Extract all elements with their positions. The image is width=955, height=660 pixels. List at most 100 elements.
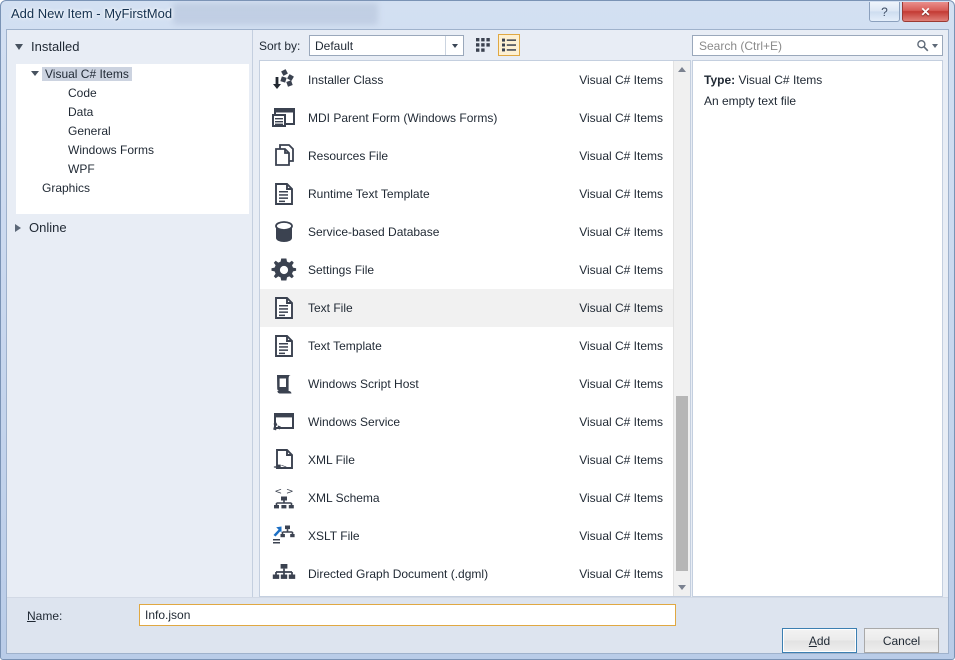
window-title: Add New Item - MyFirstMod [11,6,173,21]
chevron-right-icon [15,223,21,232]
installed-group-header[interactable]: Installed [15,39,79,54]
list-item[interactable]: < > XML File Visual C# Items [260,441,673,479]
scrollbar-thumb[interactable] [676,396,688,571]
list-item[interactable]: Resources File Visual C# Items [260,137,673,175]
list-item[interactable]: Runtime Text Template Visual C# Items [260,175,673,213]
details-description: An empty text file [704,94,797,108]
database-icon [260,219,308,245]
search-input[interactable]: Search (Ctrl+E) [692,35,943,56]
list-item[interactable]: < > XML Schema Visual C# Items [260,479,673,517]
dialog-footer: Name: Info.json Add Cancel [7,597,948,653]
list-item-label: Settings File [308,263,375,277]
search-icon[interactable] [912,36,942,55]
list-item-meta: Visual C# Items [579,111,663,125]
title-ghost-artifact [173,3,378,25]
tree-item-graphics[interactable]: Graphics [16,178,249,197]
scroll-down-button[interactable] [674,579,690,596]
list-item-label: Windows Service [308,415,401,429]
name-input[interactable]: Info.json [139,604,676,626]
list-item-label: Windows Script Host [308,377,419,391]
list-item[interactable]: MDI Parent Form (Windows Forms) Visual C… [260,99,673,137]
name-label-accesskey: N [27,609,36,623]
expander-down-icon[interactable] [28,71,42,76]
tree-item-data[interactable]: Data [16,102,249,121]
tree-item-windows-forms[interactable]: Windows Forms [16,140,249,159]
list-item[interactable]: Windows Script Host Visual C# Items [260,365,673,403]
list-item-text-file[interactable]: Text File Visual C# Items [260,289,673,327]
sort-by-dropdown[interactable]: Default [309,35,464,56]
templates-pane: Sort by: Default Installer Class Visual … [254,30,691,653]
scroll-up-button[interactable] [674,61,690,78]
details-type-label: Type: [704,73,736,87]
cancel-button[interactable]: Cancel [864,628,939,653]
xml-schema-icon: < > [260,485,308,511]
svg-text:>: > [281,463,288,472]
list-item-meta: Visual C# Items [579,377,663,391]
sort-by-label: Sort by: [259,39,301,53]
name-input-value: Info.json [145,608,191,622]
tree-item-label: Windows Forms [68,142,155,157]
grid-view-icon [476,38,490,52]
add-button[interactable]: Add [782,628,857,653]
list-item-label: XML Schema [308,491,380,505]
list-item[interactable]: Service-based Database Visual C# Items [260,213,673,251]
templates-list-scrollbar[interactable] [673,61,690,596]
list-item-meta: Visual C# Items [579,73,663,87]
add-button-label: Add [808,633,831,648]
online-label: Online [29,220,67,235]
list-item[interactable]: Windows Service Visual C# Items [260,403,673,441]
chevron-down-icon[interactable] [932,43,938,48]
resources-file-icon [260,143,308,169]
list-item-meta: Visual C# Items [579,187,663,201]
details-type-value: Visual C# Items [738,73,823,87]
list-item-label: Text File [308,301,353,315]
settings-gear-icon [260,257,308,283]
details-type-row: Type: Visual C# Items [704,73,936,87]
list-item-label: Text Template [308,339,382,353]
list-item[interactable]: Settings File Visual C# Items [260,251,673,289]
runtime-text-template-icon [260,181,308,207]
list-item-label: XML File [308,453,355,467]
templates-list: Installer Class Visual C# Items MDI Pare… [259,60,691,597]
details-view-button[interactable] [498,34,520,56]
list-item-meta: Visual C# Items [579,339,663,353]
tree-item-label: General [68,123,111,138]
list-item[interactable]: XSLT File Visual C# Items [260,517,673,555]
list-item-meta: Visual C# Items [579,415,663,429]
list-item[interactable]: Directed Graph Document (.dgml) Visual C… [260,555,673,593]
online-group-header[interactable]: Online [15,220,67,235]
list-item-meta: Visual C# Items [579,567,663,581]
help-icon: ? [881,4,888,19]
add-new-item-dialog: Add New Item - MyFirstMod ? ✕ Installed … [0,0,955,660]
list-item-meta: Visual C# Items [579,263,663,277]
installer-class-icon [260,67,308,93]
tree-item-label: Data [68,104,94,119]
list-item[interactable]: Text Template Visual C# Items [260,327,673,365]
tree-item-wpf[interactable]: WPF [16,159,249,178]
windows-script-host-icon [260,371,308,397]
tree-item-visual-csharp-items[interactable]: Visual C# Items [16,64,249,83]
tree-item-label: WPF [68,161,95,176]
text-template-icon [260,333,308,359]
tree-item-general[interactable]: General [16,121,249,140]
search-placeholder: Search (Ctrl+E) [699,38,783,53]
list-item-meta: Visual C# Items [579,453,663,467]
tree-item-code[interactable]: Code [16,83,249,102]
close-button[interactable]: ✕ [902,2,949,22]
chevron-down-icon[interactable] [445,36,463,55]
list-item[interactable]: Installer Class Visual C# Items [260,61,673,99]
tree-item-label: Graphics [42,180,91,195]
name-label: Name: [27,609,62,623]
name-label-rest: ame: [35,609,63,623]
templates-toolbar: Sort by: Default [254,30,691,60]
list-item-label: Resources File [308,149,389,163]
list-item-label: Service-based Database [308,225,440,239]
help-button[interactable]: ? [869,2,900,22]
text-file-icon [260,295,308,321]
svg-text:>: > [286,487,294,497]
sort-by-value: Default [315,38,354,53]
medium-icons-view-button[interactable] [472,34,494,56]
xslt-file-icon [260,523,308,549]
chevron-down-icon [15,43,23,50]
directed-graph-icon [260,561,308,587]
